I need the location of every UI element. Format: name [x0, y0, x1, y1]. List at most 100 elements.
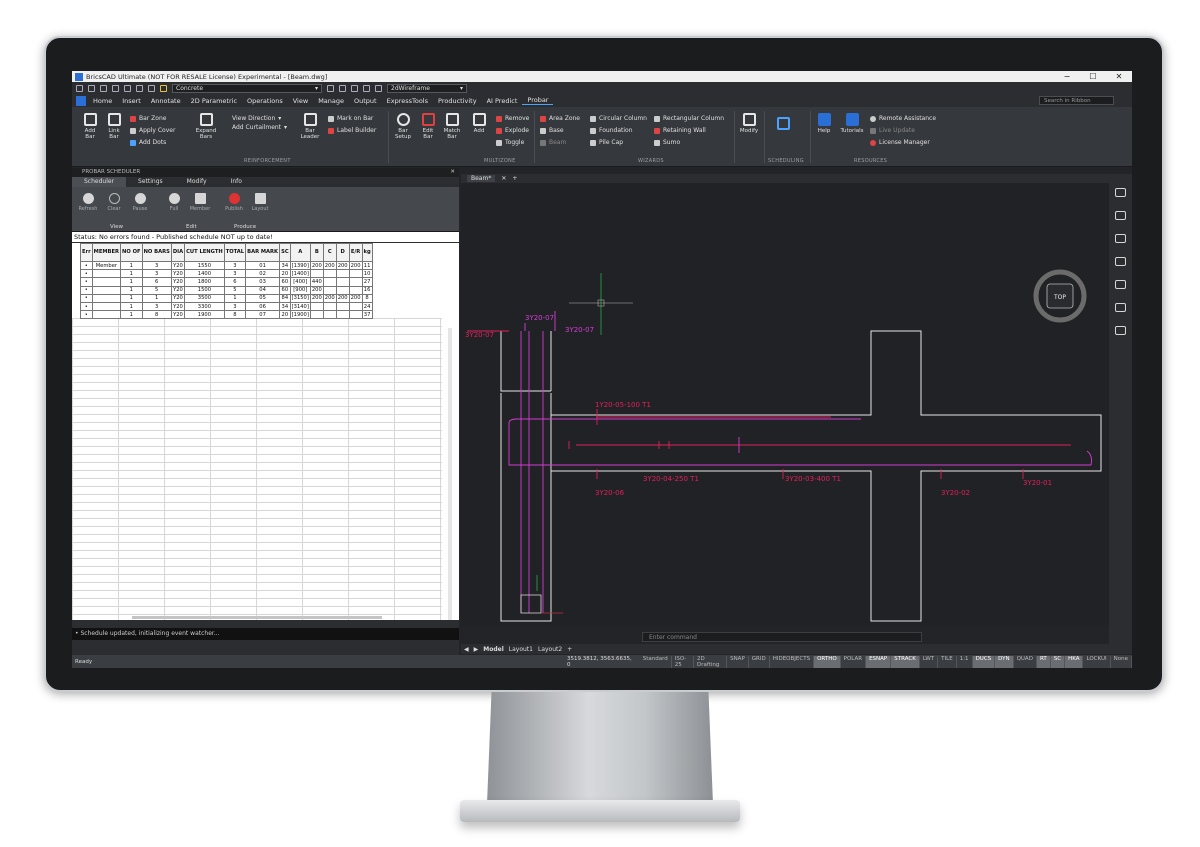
table-cell[interactable]	[322, 310, 337, 320]
tab-insert[interactable]: Insert	[117, 97, 146, 105]
layout-button[interactable]: Layout	[248, 193, 272, 212]
table-cell[interactable]	[348, 310, 363, 320]
table-cell[interactable]: 1900	[184, 310, 225, 320]
status-toggle[interactable]: LWT	[920, 655, 939, 668]
tab-info[interactable]: Info	[219, 177, 254, 187]
table-cell[interactable]: Y20	[170, 260, 186, 271]
close-button[interactable]: ✕	[1106, 72, 1132, 81]
multizone-add-button[interactable]: Add	[470, 113, 488, 134]
tab-layout2[interactable]: Layout2	[538, 646, 562, 653]
status-toggle[interactable]: ISO-25	[672, 655, 694, 668]
table-cell[interactable]	[91, 277, 122, 287]
table-cell[interactable]: 200	[309, 285, 324, 295]
horizontal-scrollbar[interactable]	[132, 616, 382, 619]
tab-beam-drawing[interactable]: Beam*	[467, 175, 496, 182]
table-cell[interactable]: Y20	[170, 285, 186, 295]
license-manager-button[interactable]: License Manager	[870, 139, 930, 146]
table-cell[interactable]: 200	[322, 260, 337, 271]
table-cell[interactable]: Y20	[170, 310, 186, 320]
close-tab-icon[interactable]: ✕	[501, 175, 506, 182]
table-cell[interactable]: 8	[141, 310, 172, 320]
add-curtailment-button[interactable]: Add Curtailment ▾	[232, 124, 287, 131]
table-cell[interactable]: 3300	[184, 301, 225, 312]
table-cell[interactable]: 1	[120, 310, 143, 320]
table-cell[interactable]: 16	[361, 285, 373, 295]
table-cell[interactable]: 1	[141, 293, 172, 303]
column-header[interactable]: NO BARS	[141, 243, 172, 262]
print-icon[interactable]	[124, 84, 131, 92]
tutorials-button[interactable]: Tutorials	[838, 113, 866, 134]
tab-settings[interactable]: Settings	[126, 177, 175, 187]
column-header[interactable]: CUT LENGTH	[184, 243, 225, 262]
table-cell[interactable]: 1400	[184, 269, 225, 279]
table-row[interactable]: • 1 3 Y20 3300 3 06 34 [3140] 24	[80, 301, 373, 312]
table-cell[interactable]: •	[80, 293, 93, 303]
table-cell[interactable]	[91, 293, 122, 303]
add-dots-button[interactable]: Add Dots	[130, 139, 166, 146]
tab-manage[interactable]: Manage	[313, 97, 349, 105]
table-cell[interactable]: 200	[309, 260, 324, 271]
apply-cover-button[interactable]: Apply Cover	[130, 127, 175, 134]
tab-modify[interactable]: Modify	[175, 177, 219, 187]
table-cell[interactable]	[348, 301, 363, 312]
cloud-icon[interactable]	[1115, 326, 1126, 335]
new-icon[interactable]	[76, 84, 83, 92]
publish-button[interactable]: Publish	[222, 193, 246, 212]
column-header[interactable]: kg	[361, 243, 373, 262]
properties-icon[interactable]	[327, 84, 334, 92]
column-header[interactable]: Err	[80, 243, 93, 262]
remove-button[interactable]: Remove	[496, 115, 529, 122]
table-cell[interactable]	[335, 277, 350, 287]
full-button[interactable]: Full	[162, 193, 186, 212]
properties-panel-icon[interactable]	[1115, 188, 1126, 197]
table-cell[interactable]: 1	[120, 293, 143, 303]
edit-bar-button[interactable]: Edit Bar	[418, 113, 438, 140]
table-cell[interactable]: 1	[120, 301, 143, 312]
status-toggle[interactable]: DUCS	[972, 655, 996, 668]
table-cell[interactable]: [1900]	[289, 310, 311, 320]
maximize-button[interactable]: ☐	[1080, 72, 1106, 81]
table-cell[interactable]: 03	[245, 277, 281, 287]
table-cell[interactable]: 3	[223, 269, 247, 279]
table-cell[interactable]: [1390]	[289, 260, 311, 271]
tab-2d-parametric[interactable]: 2D Parametric	[186, 97, 242, 105]
table-cell[interactable]: 34	[279, 260, 291, 271]
beam-button[interactable]: Beam	[540, 139, 566, 146]
table-cell[interactable]: •	[80, 260, 93, 271]
table-cell[interactable]	[322, 285, 337, 295]
area-zone-button[interactable]: Area Zone	[540, 115, 580, 122]
table-cell[interactable]: Y20	[170, 277, 186, 287]
table-cell[interactable]: 200	[335, 293, 350, 303]
add-bar-button[interactable]: Add Bar	[80, 113, 100, 140]
save-as-icon[interactable]	[112, 84, 119, 92]
rectangular-column-button[interactable]: Rectangular Column	[654, 115, 724, 122]
status-toggle[interactable]: None	[1111, 655, 1132, 668]
status-toggle[interactable]: STRACK	[891, 655, 920, 668]
clear-button[interactable]: Clear	[102, 193, 126, 212]
table-cell[interactable]: •	[80, 285, 93, 295]
table-row[interactable]: • 1 8 Y20 1900 8 07 20 [1900] 37	[80, 310, 373, 320]
toggle-button[interactable]: Toggle	[496, 139, 524, 146]
table-cell[interactable]: 200	[309, 293, 324, 303]
help-button[interactable]: Help	[814, 113, 834, 134]
table-cell[interactable]: 27	[361, 277, 373, 287]
table-cell[interactable]	[309, 269, 324, 279]
table-cell[interactable]: 6	[223, 277, 247, 287]
minimize-button[interactable]: −	[1054, 72, 1080, 81]
tab-output[interactable]: Output	[349, 97, 382, 105]
pause-button[interactable]: Pause	[128, 193, 152, 212]
table-cell[interactable]: [400]	[289, 277, 311, 287]
table-cell[interactable]: 3	[141, 269, 172, 279]
table-cell[interactable]: 20	[279, 269, 291, 279]
table-row[interactable]: • 1 5 Y20 1500 5 04 60 [900] 200 16	[80, 285, 373, 295]
bar-zone-button[interactable]: Bar Zone	[130, 115, 166, 122]
vertical-scrollbar[interactable]	[448, 328, 452, 620]
column-header[interactable]: A	[289, 243, 311, 262]
table-cell[interactable]: 200	[322, 293, 337, 303]
table-cell[interactable]	[348, 269, 363, 279]
color-icon[interactable]	[339, 84, 346, 92]
status-toggle[interactable]: DYN	[995, 655, 1014, 668]
new-tab-icon[interactable]: +	[512, 175, 517, 182]
status-toggle[interactable]: ESNAP	[866, 655, 892, 668]
table-cell[interactable]	[322, 301, 337, 312]
